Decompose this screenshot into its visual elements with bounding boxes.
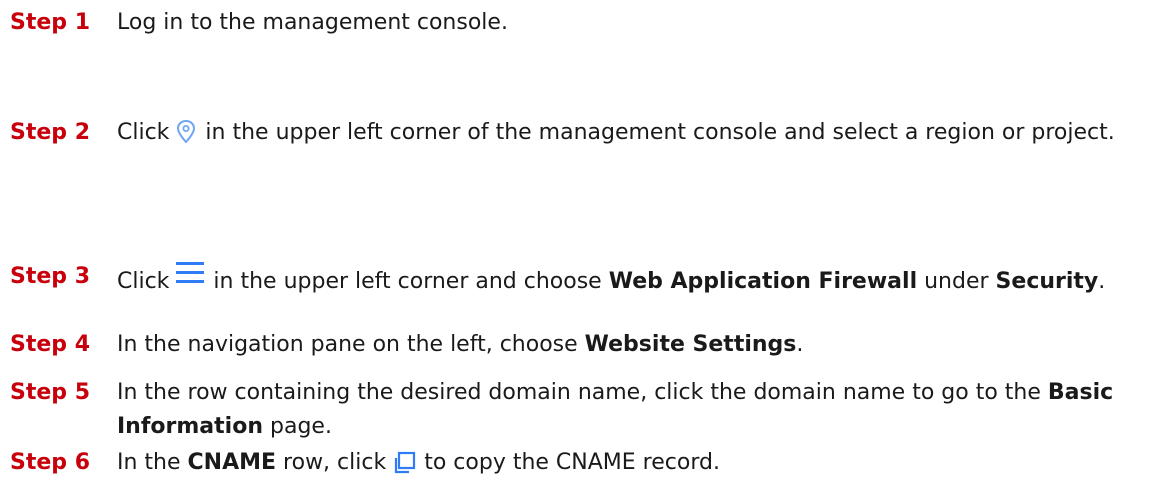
step-body: Click in the upper left corner of the man… bbox=[117, 116, 1142, 150]
hamburger-menu-icon bbox=[175, 260, 205, 286]
step-text: under bbox=[924, 269, 989, 294]
step-bold-term: CNAME bbox=[187, 450, 277, 475]
step-body: In the row containing the desired domain… bbox=[117, 376, 1142, 444]
step-bold-term: Security bbox=[995, 269, 1099, 294]
step-text: in the upper left corner of the manageme… bbox=[205, 120, 1115, 145]
step-1: Step 1 Log in to the management console. bbox=[10, 6, 1150, 40]
step-text: In the bbox=[117, 450, 181, 475]
step-text: . bbox=[796, 332, 804, 357]
step-text: in the upper left corner and choose bbox=[213, 269, 602, 294]
step-3: Step 3 Click in the upper left corner and… bbox=[10, 260, 1150, 299]
step-body: Click in the upper left corner and choose… bbox=[117, 260, 1142, 299]
step-text: Click bbox=[117, 120, 170, 145]
step-text: to copy the CNAME record. bbox=[424, 450, 720, 475]
step-label: Step 6 bbox=[10, 450, 90, 475]
step-5: Step 5 In the row containing the desired… bbox=[10, 376, 1150, 444]
step-text: Click bbox=[117, 269, 170, 294]
step-text: In the row containing the desired domain… bbox=[117, 380, 1041, 405]
step-label: Step 3 bbox=[10, 264, 90, 289]
step-label: Step 1 bbox=[10, 10, 90, 35]
step-body: In the CNAME row, click to copy the CNAME… bbox=[117, 446, 1142, 480]
step-body: Log in to the management console. bbox=[117, 6, 1142, 40]
step-bold-term: Web Application Firewall bbox=[608, 269, 918, 294]
step-text: page. bbox=[270, 414, 332, 439]
step-text: . bbox=[1098, 269, 1106, 294]
location-pin-icon bbox=[175, 119, 197, 145]
step-4: Step 4 In the navigation pane on the lef… bbox=[10, 328, 1150, 362]
step-text: row, click bbox=[283, 450, 387, 475]
step-text: In the navigation pane on the left, choo… bbox=[117, 332, 578, 357]
step-label: Step 4 bbox=[10, 332, 90, 357]
step-body: In the navigation pane on the left, choo… bbox=[117, 328, 1142, 362]
step-label: Step 5 bbox=[10, 380, 90, 405]
copy-icon bbox=[392, 451, 416, 475]
step-text: Log in to the management console. bbox=[117, 10, 508, 35]
step-bold-term: Website Settings bbox=[584, 332, 797, 357]
step-label: Step 2 bbox=[10, 120, 90, 145]
step-6: Step 6 In the CNAME row, click to copy th… bbox=[10, 446, 1150, 480]
step-2: Step 2 Click in the upper left corner of … bbox=[10, 116, 1150, 150]
